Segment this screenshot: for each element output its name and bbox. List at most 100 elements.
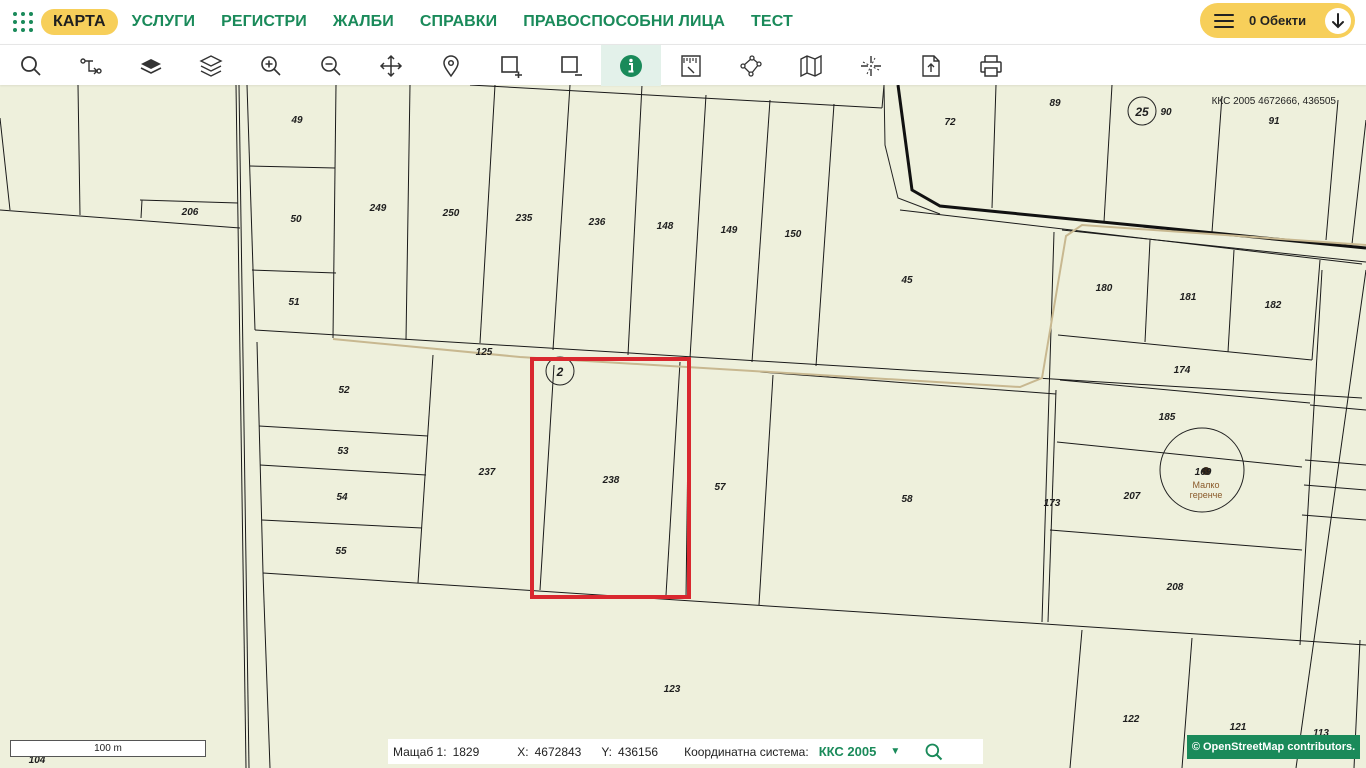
tool-measure[interactable] (661, 45, 721, 86)
parcel-label[interactable]: 236 (588, 217, 606, 228)
layers-icon (199, 54, 223, 77)
parcel-label[interactable]: 237 (478, 467, 496, 478)
crs-selector[interactable]: Координатна система: ККС 2005 ▼ (684, 744, 900, 759)
tool-layers[interactable] (181, 45, 241, 86)
tool-route[interactable] (61, 45, 121, 86)
parcel-label[interactable]: 2 (556, 365, 564, 379)
export-icon (922, 54, 940, 77)
parcel-label[interactable]: 235 (515, 213, 533, 224)
print-icon (980, 54, 1002, 77)
apps-grid-icon[interactable] (11, 10, 35, 34)
tool-info[interactable] (601, 45, 661, 86)
parcel-label[interactable]: 123 (664, 684, 681, 695)
crs-value[interactable]: ККС 2005 (819, 744, 877, 759)
map-attribution[interactable]: © OpenStreetMap contributors. (1187, 735, 1360, 759)
menu-item-karta[interactable]: КАРТА (41, 9, 118, 35)
tool-export[interactable] (901, 45, 961, 86)
menu-item-zhalbi[interactable]: ЖАЛБИ (321, 9, 406, 35)
parcel-label[interactable]: 185 (1159, 412, 1176, 423)
parcel-label[interactable]: 90 (1160, 107, 1172, 118)
scale-value[interactable]: 1829 (453, 745, 480, 759)
map-canvas[interactable]: 49 50 51 206 249 250 235 236 148 149 150… (0, 85, 1366, 768)
parcel-label[interactable]: 238 (602, 475, 620, 486)
tool-print[interactable] (961, 45, 1021, 86)
parcel-label[interactable]: 58 (901, 494, 913, 505)
crs-label: Координатна система: (684, 744, 809, 759)
parcel-label[interactable]: 53 (337, 446, 349, 457)
parcel-label[interactable]: 250 (442, 208, 460, 219)
location-pin-icon (443, 54, 459, 77)
search-coordinates-button[interactable] (924, 742, 944, 762)
menu-item-uslugi[interactable]: УСЛУГИ (120, 9, 207, 35)
parcel-label[interactable]: 208 (1166, 582, 1184, 593)
parcel-label[interactable]: 54 (336, 492, 348, 503)
search-icon (925, 743, 943, 760)
menu-item-pravosposobni-litsa[interactable]: ПРАВОСПОСОБНИ ЛИЦА (511, 9, 737, 35)
hamburger-icon (1214, 13, 1234, 28)
parcel-label[interactable]: 206 (181, 207, 199, 218)
parcel-label[interactable]: 57 (714, 482, 726, 493)
scale-label: Мащаб 1: (393, 744, 447, 759)
search-icon (21, 55, 41, 76)
parcel-label[interactable]: 125 (476, 347, 493, 358)
tool-crosshair[interactable] (841, 45, 901, 86)
menu-item-spravki[interactable]: СПРАВКИ (408, 9, 509, 35)
menu-item-registri[interactable]: РЕГИСТРИ (209, 9, 319, 35)
parcel-label[interactable]: 49 (290, 115, 303, 126)
map-toolbar (0, 44, 1366, 86)
scale-bar: 100 m (10, 740, 206, 757)
tool-zoom-out[interactable] (301, 45, 361, 86)
cadastral-parcels-layer[interactable]: 49 50 51 206 249 250 235 236 148 149 150… (0, 85, 1366, 768)
crosshair-icon (861, 55, 881, 76)
tool-polygon[interactable] (721, 45, 781, 86)
parcel-label[interactable]: 174 (1174, 365, 1191, 376)
parcel-label[interactable]: 148 (657, 221, 674, 232)
parcel-label[interactable]: 182 (1265, 300, 1282, 311)
top-navigation: КАРТА УСЛУГИ РЕГИСТРИ ЖАЛБИ СПРАВКИ ПРАВ… (0, 0, 1366, 44)
parcel-label[interactable]: 72 (944, 117, 956, 128)
tool-layer[interactable] (121, 45, 181, 86)
parcel-label[interactable]: 25 (1134, 105, 1149, 119)
place-name-line2: геренче (1190, 490, 1223, 500)
tool-select-add[interactable] (481, 45, 541, 86)
x-label: X: (517, 744, 529, 759)
parcel-label[interactable]: 122 (1123, 714, 1140, 725)
parcel-label[interactable]: 169 (1195, 467, 1212, 478)
parcel-label[interactable]: 89 (1049, 98, 1061, 109)
app-root: КАРТА УСЛУГИ РЕГИСТРИ ЖАЛБИ СПРАВКИ ПРАВ… (0, 0, 1366, 768)
layer-single-icon (140, 58, 162, 74)
measure-icon (681, 54, 701, 77)
objects-button[interactable]: 0 Обекти (1200, 3, 1355, 38)
parcel-label[interactable]: 52 (338, 385, 350, 396)
info-icon (620, 54, 642, 77)
parcel-label[interactable]: 91 (1268, 116, 1280, 127)
route-icon (80, 57, 102, 74)
parcel-label[interactable]: 180 (1096, 283, 1113, 294)
tool-search[interactable] (1, 45, 61, 86)
zoom-in-icon (261, 55, 281, 76)
place-name-line1: Малко (1193, 480, 1220, 490)
parcel-label[interactable]: 50 (290, 214, 302, 225)
parcel-label[interactable]: 150 (785, 229, 802, 240)
parcel-label[interactable]: 249 (369, 203, 387, 214)
main-menu: КАРТА УСЛУГИ РЕГИСТРИ ЖАЛБИ СПРАВКИ ПРАВ… (41, 9, 807, 35)
parcel-label[interactable]: 55 (335, 546, 347, 557)
caret-down-icon[interactable]: ▼ (890, 746, 900, 757)
pan-icon (379, 54, 403, 77)
tool-select-remove[interactable] (541, 45, 601, 86)
parcel-label[interactable]: 181 (1180, 292, 1197, 303)
tool-zoom-in[interactable] (241, 45, 301, 86)
parcel-label[interactable]: 149 (721, 225, 738, 236)
x-value: 4672843 (534, 744, 582, 759)
parcel-label[interactable]: 207 (1123, 491, 1141, 502)
tool-map[interactable] (781, 45, 841, 86)
tool-pan[interactable] (361, 45, 421, 86)
menu-item-test[interactable]: ТЕСТ (739, 9, 805, 35)
parcel-label[interactable]: 121 (1230, 722, 1247, 733)
parcel-label[interactable]: 51 (288, 297, 300, 308)
parcel-label[interactable]: 45 (900, 275, 913, 286)
y-label: Y: (601, 744, 613, 759)
tool-location[interactable] (421, 45, 481, 86)
arrow-down-icon[interactable] (1325, 8, 1351, 34)
parcel-label[interactable]: 173 (1044, 498, 1061, 509)
